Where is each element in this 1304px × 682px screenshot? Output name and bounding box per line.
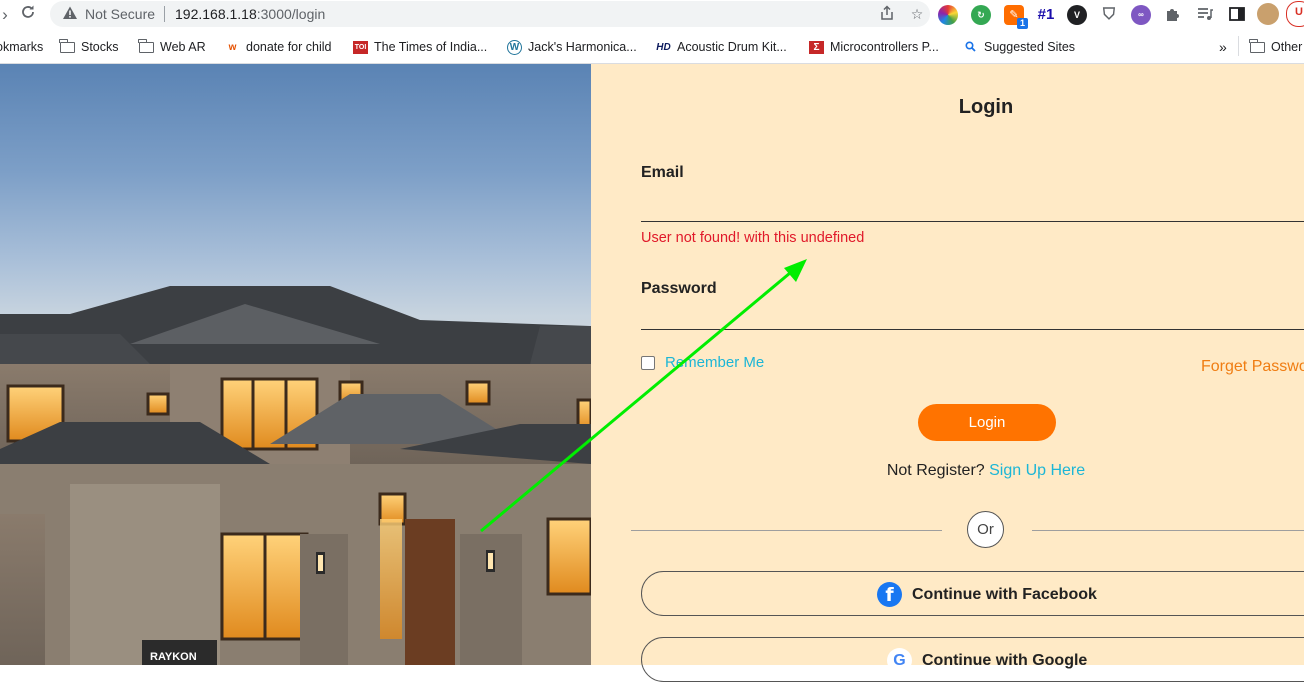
login-title: Login — [958, 96, 1014, 118]
sign-up-link[interactable]: Sign Up Here — [989, 462, 1085, 479]
bookmark-toi[interactable]: TOI The Times of India... — [353, 38, 487, 56]
or-separator: Or — [967, 511, 1004, 548]
side-panel-icon[interactable] — [1227, 5, 1247, 25]
bookmark-label: Jack's Harmonica... — [528, 40, 637, 54]
hash-extension-icon[interactable]: #1 — [1034, 5, 1058, 25]
bookmark-stocks[interactable]: Stocks — [59, 38, 119, 56]
other-bookmarks-label: Other — [1271, 40, 1303, 54]
register-prefix: Not Register? — [886, 462, 990, 479]
facebook-icon: f — [877, 582, 902, 607]
warning-icon[interactable] — [62, 5, 80, 23]
chat-extension-icon[interactable]: ∞ — [1131, 5, 1151, 25]
bookmark-label: The Times of India... — [374, 40, 488, 54]
profile-avatar[interactable] — [1257, 3, 1279, 25]
color-picker-extension-icon[interactable] — [938, 5, 958, 25]
bookmark-harmonica[interactable]: W Jack's Harmonica... — [507, 38, 637, 56]
bookmarks-overflow-button[interactable]: » — [1219, 38, 1227, 56]
remember-me[interactable]: Remember Me — [641, 354, 764, 371]
facebook-button-content: f Continue with Facebook — [877, 582, 1097, 607]
bookmark-label: Suggested Sites — [984, 40, 1076, 54]
google-icon: G — [887, 648, 912, 673]
email-label: Email — [641, 164, 684, 181]
google-button-label: Continue with Google — [922, 651, 1088, 669]
bookmark-label: Stocks — [81, 40, 119, 54]
media-queue-icon[interactable] — [1195, 5, 1215, 25]
house-illustration: RAYKON — [0, 286, 591, 665]
bookmark-star-icon[interactable]: ☆ — [908, 5, 926, 23]
bookmark-suggested-sites[interactable]: Suggested Sites — [963, 38, 1075, 56]
login-panel: Login Email User not found! with this un… — [591, 64, 1304, 682]
bookmark-microcontrollers[interactable]: Σ Microcontrollers P... — [809, 38, 939, 56]
security-label[interactable]: Not Secure — [85, 6, 155, 22]
facebook-button-label: Continue with Facebook — [912, 585, 1097, 603]
puzzle-extensions-icon[interactable] — [1163, 5, 1183, 25]
raykon-sign-text: RAYKON — [150, 651, 197, 663]
browser-toolbar: › Not Secure 192.168.1.18:3000/login ☆ ↻… — [0, 0, 1304, 30]
other-bookmarks[interactable]: Other — [1249, 38, 1303, 56]
omnibox-actions: ☆ — [878, 5, 926, 23]
hd-icon: HD — [656, 41, 671, 53]
forget-password-link[interactable]: Forget Password — [1201, 358, 1304, 376]
folder-icon — [1249, 38, 1265, 53]
toi-icon: TOI — [353, 40, 368, 54]
bookmark-label: donate for child — [246, 40, 332, 54]
toggle-extension-icon[interactable]: ↻ — [971, 5, 991, 25]
bookmark-label: Microcontrollers P... — [830, 40, 939, 54]
facebook-login-button[interactable]: f Continue with Facebook — [641, 571, 1304, 616]
shield-extension-icon[interactable]: ⛉ — [1099, 5, 1119, 25]
or-divider-right — [1032, 530, 1304, 531]
google-login-button[interactable]: G Continue with Google — [641, 637, 1304, 682]
bookmark-label: Acoustic Drum Kit... — [677, 40, 787, 54]
forward-icon[interactable]: › — [0, 4, 16, 26]
remember-me-checkbox[interactable] — [641, 355, 655, 370]
search-icon — [963, 40, 978, 54]
bookmarks-divider — [1238, 36, 1239, 56]
site-icon: w — [228, 41, 237, 53]
extension-badge: 1 — [1017, 18, 1028, 29]
bookmarks-bar: okmarks Stocks Web AR w donate for child … — [0, 30, 1304, 64]
sigma-icon: Σ — [809, 40, 824, 54]
password-field[interactable] — [641, 303, 1304, 330]
login-page: RAYKON Login Email User not found! with … — [0, 64, 1304, 682]
email-field[interactable] — [641, 195, 1304, 222]
url-text[interactable]: 192.168.1.18:3000/login — [175, 6, 325, 22]
omnibox-divider — [164, 6, 165, 22]
share-icon[interactable] — [878, 5, 896, 23]
bookmark-label: Web AR — [160, 40, 206, 54]
update-button[interactable]: U — [1286, 1, 1304, 27]
house-hero-image: RAYKON — [0, 64, 591, 665]
bookmark-donate[interactable]: w donate for child — [225, 38, 332, 56]
remember-me-label[interactable]: Remember Me — [665, 354, 764, 371]
google-button-content: G Continue with Google — [887, 648, 1087, 673]
reload-icon[interactable] — [17, 4, 39, 26]
password-label: Password — [641, 280, 717, 297]
bookmark-all[interactable]: okmarks — [0, 38, 43, 56]
url-path: :3000/login — [256, 6, 326, 22]
login-button[interactable]: Login — [918, 404, 1056, 441]
wordpress-icon: W — [507, 39, 522, 55]
bookmark-drum-kit[interactable]: HD Acoustic Drum Kit... — [656, 38, 787, 56]
folder-icon — [59, 38, 75, 53]
extension-icon-orange[interactable]: ✎ 1 — [1004, 5, 1028, 29]
address-bar[interactable]: Not Secure 192.168.1.18:3000/login ☆ — [50, 1, 930, 27]
folder-icon — [138, 38, 154, 53]
or-divider-left — [631, 530, 942, 531]
vimeo-extension-icon[interactable]: V — [1067, 5, 1087, 25]
bookmark-web-ar[interactable]: Web AR — [138, 38, 206, 56]
error-message: User not found! with this undefined — [641, 230, 865, 246]
url-host: 192.168.1.18 — [175, 6, 257, 22]
bookmark-label: okmarks — [0, 40, 44, 54]
register-prompt: Not Register? Sign Up Here — [591, 462, 1304, 480]
